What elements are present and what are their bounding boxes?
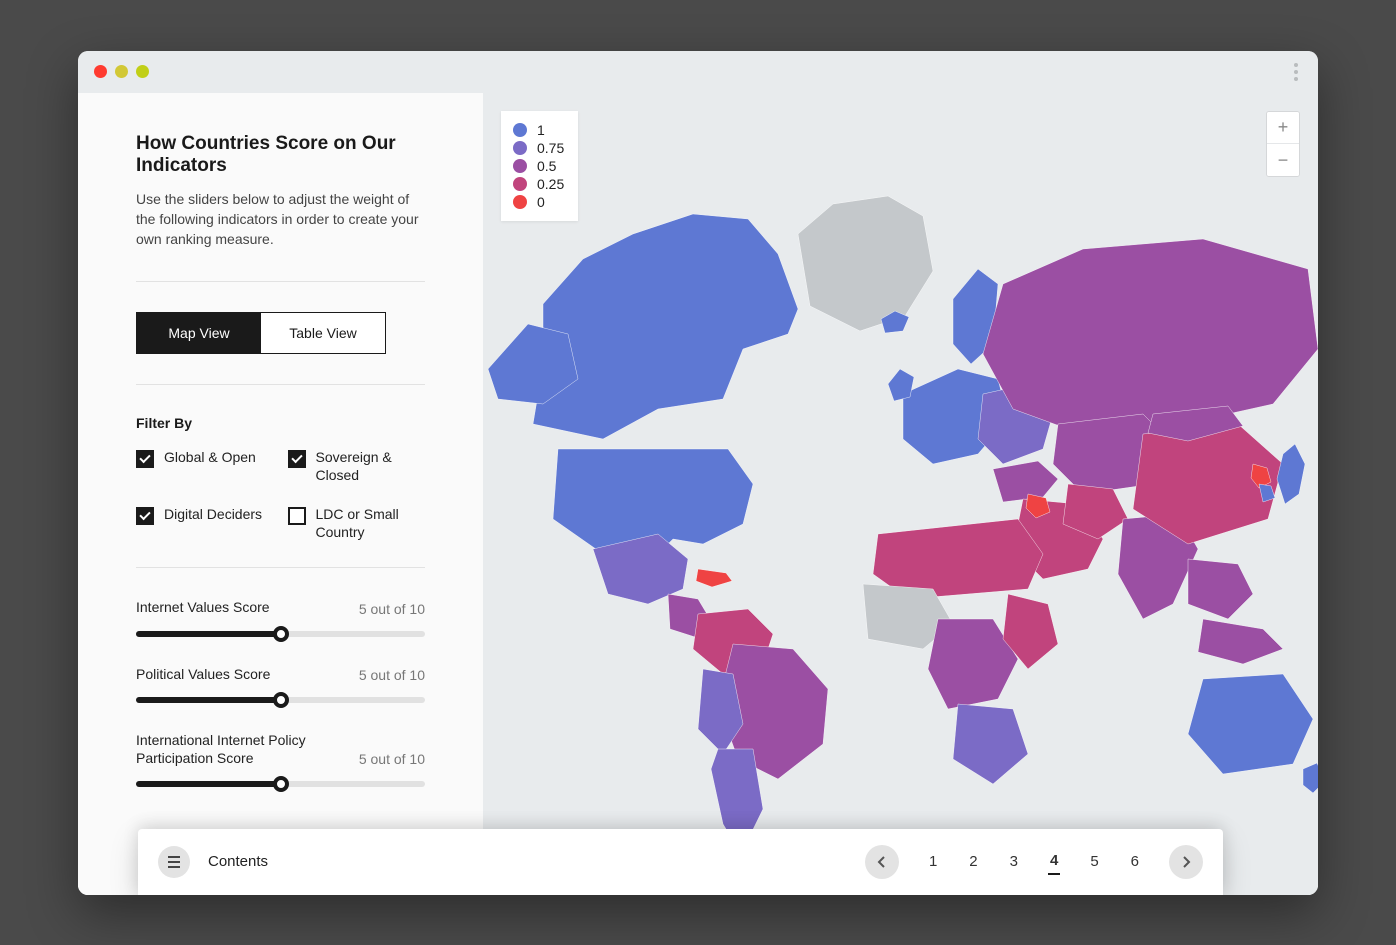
region-uk[interactable] [888,369,914,401]
slider-name: Internet Values Score [136,598,270,616]
slider-track[interactable] [136,631,425,637]
slider-value: 5 out of 10 [359,601,425,617]
slider-track[interactable] [136,781,425,787]
slider-political-values: Political Values Score 5 out of 10 [136,665,425,703]
page-6[interactable]: 6 [1129,849,1141,874]
slider-fill [136,631,281,637]
table-view-button[interactable]: Table View [261,313,385,353]
next-page-button[interactable] [1169,845,1203,879]
window-controls [94,65,149,78]
checkbox-icon [288,450,306,468]
checkbox-icon [136,507,154,525]
filter-label-text: Digital Deciders [164,506,262,524]
page-4[interactable]: 4 [1048,848,1060,875]
page-5[interactable]: 5 [1088,849,1100,874]
close-window-button[interactable] [94,65,107,78]
slider-value: 5 out of 10 [359,667,425,683]
slider-intl-internet-policy: International Internet Policy Participat… [136,731,425,787]
region-cuba[interactable] [696,569,732,587]
slider-track[interactable] [136,697,425,703]
map-panel: 1 0.75 0.5 0.25 0 + − [483,93,1318,895]
divider [136,281,425,282]
slider-thumb[interactable] [273,626,289,642]
checkbox-icon [136,450,154,468]
region-southern-africa[interactable] [953,704,1028,784]
minimize-window-button[interactable] [115,65,128,78]
filter-by-label: Filter By [136,415,425,431]
world-map[interactable] [483,93,1318,895]
contents-menu-button[interactable] [158,846,190,878]
contents-label: Contents [208,853,268,870]
map-view-button[interactable]: Map View [137,313,261,353]
maximize-window-button[interactable] [136,65,149,78]
region-se-asia[interactable] [1188,559,1253,619]
filter-global-open[interactable]: Global & Open [136,449,274,484]
region-australia[interactable] [1188,674,1313,774]
filter-group: Global & Open Sovereign & Closed Digital… [136,449,425,541]
view-toggle: Map View Table View [136,312,386,354]
prev-page-button[interactable] [865,845,899,879]
page-1[interactable]: 1 [927,849,939,874]
bottom-bar: Contents 1 2 3 4 5 6 [138,829,1223,895]
slider-thumb[interactable] [273,776,289,792]
slider-thumb[interactable] [273,692,289,708]
slider-fill [136,781,281,787]
sidebar: How Countries Score on Our Indicators Us… [78,93,483,895]
page-description: Use the sliders below to adjust the weig… [136,189,425,250]
filter-label-text: Sovereign & Closed [316,449,426,484]
page-3[interactable]: 3 [1008,849,1020,874]
pagination: 1 2 3 4 5 6 [865,845,1203,879]
divider [136,567,425,568]
filter-sovereign-closed[interactable]: Sovereign & Closed [288,449,426,484]
divider [136,384,425,385]
slider-value: 5 out of 10 [359,751,425,767]
region-canada[interactable] [533,214,798,439]
region-turkey[interactable] [993,461,1058,502]
hamburger-icon [168,856,180,868]
filter-ldc-small[interactable]: LDC or Small Country [288,506,426,541]
window-titlebar [78,51,1318,93]
app-window: How Countries Score on Our Indicators Us… [78,51,1318,895]
slider-fill [136,697,281,703]
page-2[interactable]: 2 [967,849,979,874]
chevron-right-icon [1181,856,1191,868]
page-title: How Countries Score on Our Indicators [136,133,425,177]
filter-label-text: LDC or Small Country [316,506,426,541]
slider-name: International Internet Policy Participat… [136,731,316,767]
slider-internet-values: Internet Values Score 5 out of 10 [136,598,425,636]
filter-label-text: Global & Open [164,449,256,467]
region-russia[interactable] [983,239,1318,429]
filter-digital-deciders[interactable]: Digital Deciders [136,506,274,541]
region-new-zealand[interactable] [1303,763,1318,793]
slider-name: Political Values Score [136,665,270,683]
region-greenland[interactable] [798,196,933,331]
region-indonesia[interactable] [1198,619,1283,664]
chevron-left-icon [877,856,887,868]
more-options-button[interactable] [1290,59,1302,85]
checkbox-icon [288,507,306,525]
region-japan[interactable] [1277,444,1305,504]
app-body: How Countries Score on Our Indicators Us… [78,93,1318,895]
